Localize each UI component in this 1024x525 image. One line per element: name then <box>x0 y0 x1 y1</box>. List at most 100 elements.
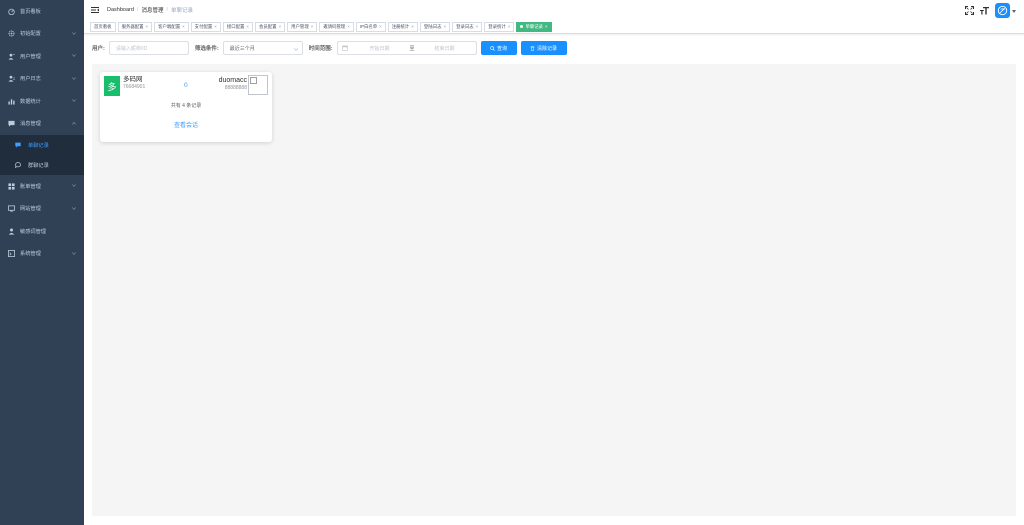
close-icon[interactable]: × <box>182 24 185 29</box>
close-icon[interactable]: × <box>347 24 350 29</box>
sidebar-submenu: 单聊记录 群聊记录 <box>0 135 84 175</box>
condition-select-value: 最近三个月 <box>229 45 255 52</box>
tag-3[interactable]: 支付配置 × <box>190 21 221 32</box>
tag-label: 服务器配置 <box>121 23 144 29</box>
card-message-count: 0 <box>184 82 188 89</box>
tag-5[interactable]: 会员配置 × <box>254 21 286 32</box>
chat-record-card: 多 多码网 76684901 0 duomacc 88888888 共有 4 条… <box>100 72 272 142</box>
card-target-id: 88888888 <box>224 85 247 91</box>
tag-13[interactable]: 单聊记录 × <box>516 21 552 32</box>
breadcrumb-item-message[interactable]: 消息管理 <box>141 6 163 14</box>
close-icon[interactable]: × <box>246 24 249 29</box>
sidebar-item-4[interactable]: 数据统计 <box>0 90 84 113</box>
sidebar-subitem-0[interactable]: 单聊记录 <box>0 135 84 155</box>
sidebar-item-7[interactable]: 网站管理 <box>0 198 84 221</box>
tag-label: 单聊记录 <box>525 23 543 29</box>
sidebar-item-label: 首页看板 <box>20 8 41 15</box>
close-icon[interactable]: × <box>545 24 548 29</box>
tag-4[interactable]: 接口配置 × <box>222 21 253 32</box>
sidebar-item-6[interactable]: 账单管理 <box>0 175 84 198</box>
close-icon[interactable]: × <box>443 24 446 29</box>
user-avatar[interactable] <box>995 2 1010 18</box>
close-icon[interactable]: × <box>508 24 511 29</box>
user-icon <box>7 52 15 60</box>
chevron-down-icon <box>72 206 76 210</box>
tag-7[interactable]: 邀请码管理 × <box>319 21 354 32</box>
start-date-input[interactable]: 开始日期 <box>356 45 404 52</box>
filter-bar: 用户: 请输入昵称/ID 筛选条件: 最近三个月 时间范围: 开始日期 至 结束… <box>84 40 1024 56</box>
tag-9[interactable]: 注册统计 × <box>387 21 418 32</box>
sidebar-item-0[interactable]: 首页看板 <box>0 0 84 23</box>
font-size-icon[interactable] <box>980 6 989 15</box>
user-search-input[interactable]: 请输入昵称/ID <box>108 41 189 55</box>
breadcrumb-item-current: 单聊记录 <box>171 8 194 14</box>
delete-icon <box>530 45 535 51</box>
sidebar-item-2[interactable]: 用户管理 <box>0 45 84 68</box>
sidebar-item-label: 账单管理 <box>20 183 41 190</box>
sidebar-item-9[interactable]: 系统管理 <box>0 243 84 266</box>
view-conversation-link[interactable]: 查看会话 <box>100 120 272 129</box>
end-date-input[interactable]: 结束日期 <box>421 45 469 52</box>
close-icon[interactable]: × <box>476 24 479 29</box>
card-user-name: 多码网 <box>123 76 143 83</box>
sidebar-item-8[interactable]: 敏感词管理 <box>0 220 84 243</box>
hamburger-icon[interactable] <box>91 6 99 14</box>
close-icon[interactable]: × <box>279 24 282 29</box>
clear-records-button-label: 清除记录 <box>537 45 558 52</box>
tag-label: 首页看板 <box>94 23 112 29</box>
sidebar-item-label: 数据统计 <box>20 98 41 105</box>
chevron-down-icon <box>72 99 76 102</box>
sidebar-subitem-label: 群聊记录 <box>28 162 49 169</box>
chat-icon <box>15 141 23 149</box>
active-dot-icon <box>520 25 524 28</box>
sidebar-item-label: 敏感词管理 <box>20 228 46 235</box>
chevron-down-icon <box>72 76 76 80</box>
breadcrumb-item-dashboard[interactable]: Dashboard <box>107 7 134 13</box>
caret-down-icon[interactable] <box>1012 9 1016 13</box>
close-icon[interactable]: × <box>379 24 382 29</box>
sidebar: 首页看板初始配置用户管理用户日志数据统计消息管理单聊记录群聊记录账单管理网站管理… <box>0 0 84 525</box>
chevron-down-icon <box>72 31 76 35</box>
sidebar-item-label: 系统管理 <box>20 251 41 258</box>
tag-11[interactable]: 登录日志 × <box>452 21 483 32</box>
tag-label: 登陆日志 <box>423 23 442 29</box>
close-icon[interactable]: × <box>411 24 414 29</box>
sidebar-item-label: 用户日志 <box>20 76 41 83</box>
user-filter-label: 用户: <box>92 46 105 52</box>
website-icon <box>7 205 15 213</box>
broken-image-icon <box>248 75 268 95</box>
tag-8[interactable]: IP白名单 × <box>355 21 386 32</box>
sidebar-item-3[interactable]: 用户日志 <box>0 68 84 91</box>
chevron-up-icon <box>72 121 76 125</box>
chevron-down-icon <box>72 251 76 255</box>
sidebar-item-label: 用户管理 <box>20 53 41 60</box>
sidebar-item-1[interactable]: 初始配置 <box>0 23 84 46</box>
card-target-name: duomacc <box>218 77 247 84</box>
sidebar-item-5[interactable]: 消息管理 <box>0 113 84 136</box>
sidebar-subitem-1[interactable]: 群聊记录 <box>0 155 84 175</box>
tag-label: 登录日志 <box>456 23 474 29</box>
tag-1[interactable]: 服务器配置 × <box>117 21 153 32</box>
sidebar-item-label: 消息管理 <box>20 121 41 128</box>
tag-2[interactable]: 客户端配置 × <box>154 21 189 32</box>
message-icon <box>7 120 15 128</box>
navbar-right <box>965 2 1016 18</box>
close-icon[interactable]: × <box>311 24 314 29</box>
search-button[interactable]: 查询 <box>480 41 517 55</box>
close-icon[interactable]: × <box>214 24 217 29</box>
sidebar-subitem-label: 单聊记录 <box>28 142 49 149</box>
date-range-picker[interactable]: 开始日期 至 结束日期 <box>336 41 477 55</box>
tag-12[interactable]: 登录统计 × <box>484 21 515 32</box>
tag-label: 注册统计 <box>391 23 410 29</box>
tag-6[interactable]: 用户管理 × <box>287 21 318 32</box>
fullscreen-icon[interactable] <box>965 5 974 15</box>
tag-10[interactable]: 登陆日志 × <box>419 21 451 32</box>
clear-records-button[interactable]: 清除记录 <box>520 41 567 55</box>
bar-chart-icon <box>7 97 15 105</box>
tag-label: IP白名单 <box>359 23 378 29</box>
user-log-icon <box>7 75 15 83</box>
condition-select[interactable]: 最近三个月 <box>222 41 303 55</box>
tag-0[interactable]: 首页看板 <box>90 21 116 32</box>
chevron-down-icon <box>72 54 76 57</box>
close-icon[interactable]: × <box>146 24 149 29</box>
